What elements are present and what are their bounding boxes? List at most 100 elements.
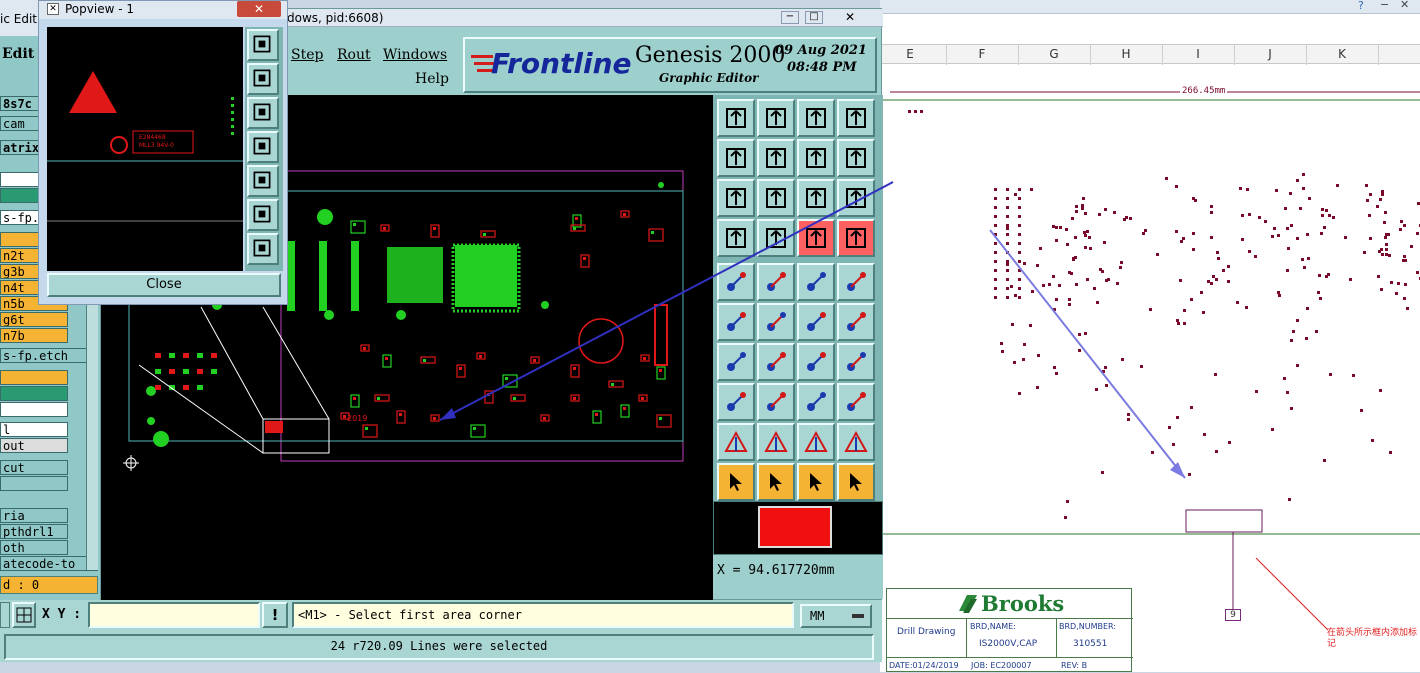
layer-row[interactable] — [0, 370, 68, 385]
layer-row[interactable]: cut — [0, 460, 68, 475]
undo-view-button[interactable] — [797, 139, 835, 177]
date-display: 09 Aug 2021 — [775, 43, 867, 58]
copy-button[interactable] — [837, 303, 875, 341]
layer-row[interactable]: g6t — [0, 312, 68, 327]
popview-close-button[interactable]: Close — [47, 273, 281, 297]
layer-row[interactable]: atecode-to — [0, 556, 98, 571]
line-draw-button[interactable] — [757, 263, 795, 301]
layer-row[interactable]: oth — [0, 540, 68, 555]
pointer-circle-button[interactable] — [797, 463, 835, 501]
redo-view-button[interactable] — [837, 139, 875, 177]
separator-button[interactable] — [757, 383, 795, 421]
select-feature-button[interactable] — [717, 263, 755, 301]
menu-rout[interactable]: Rout — [337, 47, 371, 63]
popview-move-down-button[interactable] — [247, 97, 279, 129]
xy-input[interactable] — [88, 602, 260, 628]
layer-row[interactable]: s-fp.etch — [0, 348, 98, 363]
coordinate-readout: X = 94.617720mm — [713, 555, 883, 599]
component-pad — [383, 227, 386, 230]
pan-left-button[interactable] — [717, 139, 755, 177]
menu-step[interactable]: Step — [291, 47, 323, 63]
popview-zoom-out-h-button[interactable] — [247, 199, 279, 231]
delete-button[interactable] — [757, 303, 795, 341]
layer-row[interactable] — [0, 402, 68, 417]
popview-zoom-in-button[interactable] — [247, 29, 279, 61]
column-header-E[interactable]: E — [875, 47, 945, 61]
triangle-a-button[interactable] — [717, 423, 755, 461]
window-fit-button[interactable] — [837, 99, 875, 137]
grid-toggle-button[interactable] — [12, 602, 36, 628]
triangle-b-button[interactable] — [757, 423, 795, 461]
layer-row[interactable] — [0, 476, 68, 491]
pan-down-button[interactable] — [757, 99, 795, 137]
layer-row[interactable]: out — [0, 438, 68, 453]
pointer-circle-icon — [810, 473, 822, 491]
popview-close-icon[interactable]: ✕ — [237, 1, 281, 17]
popview-move-left-button[interactable] — [247, 131, 279, 163]
close-icon[interactable]: ✕ — [845, 10, 855, 24]
zoom-fit-button[interactable] — [717, 179, 755, 217]
slice-button[interactable] — [757, 343, 795, 381]
menu-edit[interactable]: Edit — [2, 46, 34, 62]
column-header-J[interactable]: J — [1235, 47, 1305, 61]
highlight-off-button[interactable] — [837, 219, 875, 257]
pointer-box-button[interactable] — [757, 463, 795, 501]
minimize-button[interactable]: − — [781, 11, 799, 24]
menu-help[interactable]: Help — [415, 71, 449, 87]
pointer-net-button[interactable] — [837, 463, 875, 501]
zoom-ratio-button[interactable] — [797, 179, 835, 217]
help-icon[interactable]: ? — [1358, 0, 1364, 12]
layer-row[interactable]: pthdrl1 — [0, 524, 68, 539]
drill-hole — [1084, 234, 1087, 237]
column-header-K[interactable]: K — [1307, 47, 1377, 61]
zoom-center-button[interactable] — [757, 179, 795, 217]
drill-hole — [1006, 296, 1009, 299]
minimize-icon[interactable]: − — [1380, 0, 1389, 11]
query-button[interactable] — [837, 179, 875, 217]
grid-button[interactable] — [757, 219, 795, 257]
popview-move-up-button[interactable] — [247, 63, 279, 95]
popview-move-right-button[interactable] — [247, 165, 279, 197]
drill-hole — [1400, 220, 1403, 223]
triangle-d-button[interactable] — [837, 423, 875, 461]
triangle-c-button[interactable] — [797, 423, 835, 461]
units-select[interactable]: MM — [800, 604, 872, 628]
ruler-button[interactable] — [797, 263, 835, 301]
home-button[interactable] — [797, 99, 835, 137]
menu-windows[interactable]: Windows — [383, 47, 447, 63]
column-header-H[interactable]: H — [1091, 47, 1161, 61]
column-header-I[interactable]: I — [1163, 47, 1233, 61]
mirror-button[interactable] — [837, 343, 875, 381]
bound-button[interactable] — [797, 383, 835, 421]
layer-row[interactable]: n7b — [0, 328, 68, 343]
drill-hole — [1180, 240, 1183, 243]
highlight-on-button[interactable] — [797, 219, 835, 257]
pointer-button[interactable] — [717, 463, 755, 501]
drill-hole — [1245, 306, 1248, 309]
column-header-F[interactable]: F — [947, 47, 1017, 61]
close-icon[interactable]: ✕ — [1400, 0, 1409, 11]
alert-icon[interactable]: ! — [262, 602, 288, 628]
overlay-button[interactable] — [837, 383, 875, 421]
move-button[interactable] — [797, 303, 835, 341]
layer-row[interactable]: l — [0, 422, 68, 437]
component-pad — [641, 397, 644, 400]
app-title-fragment: ic Edit — [0, 12, 37, 26]
cut-button[interactable] — [717, 343, 755, 381]
layer-row[interactable] — [0, 386, 68, 401]
snap-button[interactable] — [717, 383, 755, 421]
pad-button[interactable] — [837, 263, 875, 301]
pan-right-button[interactable] — [757, 139, 795, 177]
maximize-button[interactable]: □ — [805, 11, 823, 24]
rotate-button[interactable] — [797, 343, 835, 381]
popview-zoom-out-v-button[interactable] — [247, 233, 279, 265]
drill-hole — [994, 233, 997, 236]
layer-row[interactable]: ria — [0, 508, 68, 523]
column-header-G[interactable]: G — [1019, 47, 1089, 61]
measure-tools-button[interactable] — [717, 219, 755, 257]
connect-button[interactable] — [717, 303, 755, 341]
layer-color-swatch[interactable] — [713, 501, 883, 555]
prompt-left-button[interactable] — [0, 602, 10, 628]
drill-hole — [1074, 236, 1077, 239]
pan-up-button[interactable] — [717, 99, 755, 137]
